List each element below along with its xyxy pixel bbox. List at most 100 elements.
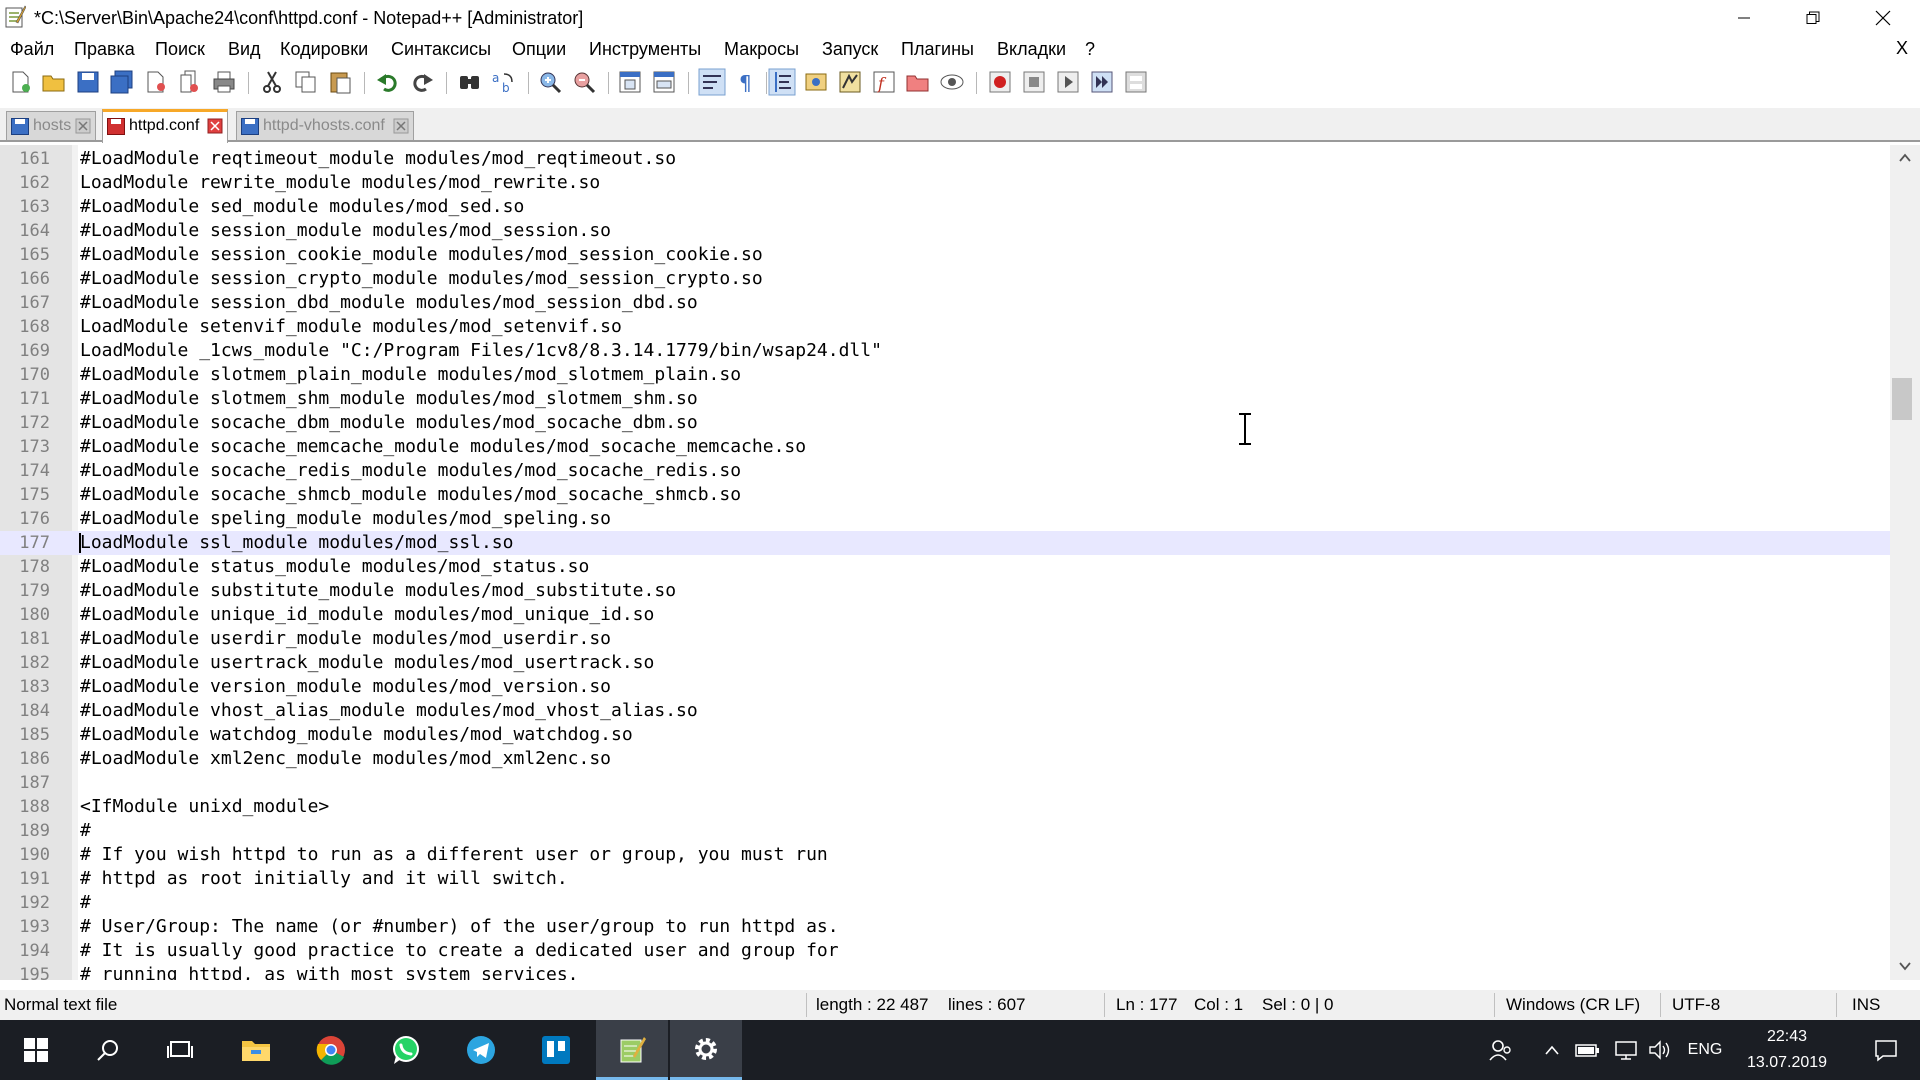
save-icon[interactable] <box>74 68 102 96</box>
tab-httpd-conf[interactable]: httpd.conf <box>102 109 228 143</box>
minimize-button[interactable] <box>1711 0 1777 36</box>
taskbar-trello[interactable] <box>520 1020 592 1080</box>
code-line[interactable]: 186 #LoadModule xml2enc_module modules/mo… <box>0 747 1890 771</box>
code-line[interactable]: 173 #LoadModule socache_memcache_module m… <box>0 435 1890 459</box>
code-line[interactable]: 195 # running httpd, as with most system … <box>0 963 1890 980</box>
indent-guide-icon[interactable] <box>768 68 796 96</box>
menu-macros[interactable]: Макросы <box>724 39 799 60</box>
code-line[interactable]: 192 # <box>0 891 1890 915</box>
code-line[interactable]: 164 #LoadModule session_module modules/mo… <box>0 219 1890 243</box>
show-hidden-icons-button[interactable] <box>1540 1020 1564 1080</box>
code-line[interactable]: 184 #LoadModule vhost_alias_module module… <box>0 699 1890 723</box>
menu-encoding[interactable]: Кодировки <box>280 39 368 60</box>
code-line[interactable]: 176 #LoadModule speling_module modules/mo… <box>0 507 1890 531</box>
copy-icon[interactable] <box>292 68 320 96</box>
new-file-icon[interactable] <box>6 68 34 96</box>
close-file-icon[interactable] <box>142 68 170 96</box>
code-line[interactable]: 170 #LoadModule slotmem_plain_module modu… <box>0 363 1890 387</box>
undo-icon[interactable] <box>374 68 402 96</box>
scroll-down-icon[interactable] <box>1898 959 1912 973</box>
menu-view[interactable]: Вид <box>228 39 261 60</box>
code-line[interactable]: 182 #LoadModule usertrack_module modules/… <box>0 651 1890 675</box>
redo-icon[interactable] <box>408 68 436 96</box>
code-line[interactable]: 168 LoadModule setenvif_module modules/mo… <box>0 315 1890 339</box>
code-line[interactable]: 191 # httpd as root initially and it will… <box>0 867 1890 891</box>
show-all-chars-icon[interactable]: ¶ <box>732 68 760 96</box>
scrollbar-thumb[interactable] <box>1892 378 1912 420</box>
sync-vertical-icon[interactable] <box>616 68 644 96</box>
tab-close-icon[interactable] <box>75 118 91 134</box>
battery-indicator[interactable] <box>1572 1020 1604 1080</box>
close-all-icon[interactable] <box>176 68 204 96</box>
code-line[interactable]: 162 LoadModule rewrite_module modules/mod… <box>0 171 1890 195</box>
record-macro-icon[interactable] <box>986 68 1014 96</box>
menu-tools[interactable]: Инструменты <box>589 39 701 60</box>
sync-horizontal-icon[interactable] <box>650 68 678 96</box>
code-line[interactable]: 167 #LoadModule session_dbd_module module… <box>0 291 1890 315</box>
code-line[interactable]: 193 # User/Group: The name (or #number) o… <box>0 915 1890 939</box>
vertical-scrollbar[interactable] <box>1890 145 1920 980</box>
menu-options[interactable]: Опции <box>512 39 566 60</box>
menu-plugins[interactable]: Плагины <box>901 39 974 60</box>
people-button[interactable] <box>1480 1020 1520 1080</box>
taskbar-settings[interactable] <box>670 1020 742 1080</box>
paste-icon[interactable] <box>326 68 354 96</box>
tab-close-icon[interactable] <box>393 118 409 134</box>
code-line[interactable]: 190 # If you wish httpd to run as a diffe… <box>0 843 1890 867</box>
menu-help[interactable]: ? <box>1085 39 1095 60</box>
code-line[interactable]: 188 <IfModule unixd_module> <box>0 795 1890 819</box>
task-view-button[interactable] <box>144 1020 216 1080</box>
menu-file[interactable]: Файл <box>10 39 54 60</box>
tab-close-icon[interactable] <box>207 118 223 134</box>
save-all-icon[interactable] <box>108 68 136 96</box>
title-bar[interactable]: *C:\Server\Bin\Apache24\conf\httpd.conf … <box>0 0 1920 36</box>
code-line[interactable]: 178 #LoadModule status_module modules/mod… <box>0 555 1890 579</box>
taskbar-notepadpp[interactable] <box>596 1020 668 1080</box>
code-line[interactable]: 185 #LoadModule watchdog_module modules/m… <box>0 723 1890 747</box>
restore-button[interactable] <box>1780 0 1846 36</box>
folder-workspace-icon[interactable] <box>904 68 932 96</box>
doc-map-icon[interactable] <box>836 68 864 96</box>
code-line[interactable]: 171 #LoadModule slotmem_shm_module module… <box>0 387 1890 411</box>
code-line[interactable]: 169 LoadModule _1cws_module "C:/Program F… <box>0 339 1890 363</box>
cut-icon[interactable] <box>258 68 286 96</box>
tab-httpd-vhosts-conf[interactable]: httpd-vhosts.conf <box>236 111 414 140</box>
menu-tabs[interactable]: Вкладки <box>997 39 1066 60</box>
menu-run[interactable]: Запуск <box>822 39 878 60</box>
clock[interactable]: 22:43 13.07.2019 <box>1722 1024 1852 1076</box>
code-line[interactable]: 181 #LoadModule userdir_module modules/mo… <box>0 627 1890 651</box>
code-line[interactable]: 165 #LoadModule session_cookie_module mod… <box>0 243 1890 267</box>
save-macro-icon[interactable] <box>1122 68 1150 96</box>
code-line[interactable]: 174 #LoadModule socache_redis_module modu… <box>0 459 1890 483</box>
code-line[interactable]: 166 #LoadModule session_crypto_module mod… <box>0 267 1890 291</box>
current-line[interactable]: 177 LoadModule ssl_module modules/mod_ssl… <box>0 531 1890 555</box>
taskbar-chrome[interactable] <box>295 1020 367 1080</box>
open-file-icon[interactable] <box>40 68 68 96</box>
code-line[interactable]: 183 #LoadModule version_module modules/mo… <box>0 675 1890 699</box>
word-wrap-icon[interactable] <box>698 68 726 96</box>
scroll-up-icon[interactable] <box>1898 151 1912 165</box>
replace-icon[interactable]: ab <box>490 68 518 96</box>
monitoring-eye-icon[interactable] <box>938 68 966 96</box>
zoom-out-icon[interactable] <box>570 68 598 96</box>
start-button[interactable] <box>0 1020 72 1080</box>
menu-syntax[interactable]: Синтаксисы <box>391 39 491 60</box>
menu-edit[interactable]: Правка <box>74 39 135 60</box>
code-line[interactable]: 179 #LoadModule substitute_module modules… <box>0 579 1890 603</box>
find-icon[interactable] <box>456 68 484 96</box>
text-editor[interactable]: 161 #LoadModule reqtimeout_module modules… <box>0 145 1890 980</box>
code-line[interactable]: 194 # It is usually good practice to crea… <box>0 939 1890 963</box>
code-line[interactable]: 163 #LoadModule sed_module modules/mod_se… <box>0 195 1890 219</box>
action-center-button[interactable] <box>1852 1020 1920 1080</box>
code-line[interactable]: 161 #LoadModule reqtimeout_module modules… <box>0 147 1890 171</box>
tab-hosts[interactable]: hosts <box>6 111 96 140</box>
volume-indicator[interactable] <box>1644 1020 1676 1080</box>
code-line[interactable]: 180 #LoadModule unique_id_module modules/… <box>0 603 1890 627</box>
close-window-button[interactable] <box>1850 0 1916 36</box>
code-line[interactable]: 187 <box>0 771 1890 795</box>
taskbar-search-button[interactable] <box>72 1020 144 1080</box>
user-language-icon[interactable] <box>802 68 830 96</box>
function-list-icon[interactable]: f <box>870 68 898 96</box>
code-line[interactable]: 172 #LoadModule socache_dbm_module module… <box>0 411 1890 435</box>
zoom-in-icon[interactable] <box>536 68 564 96</box>
